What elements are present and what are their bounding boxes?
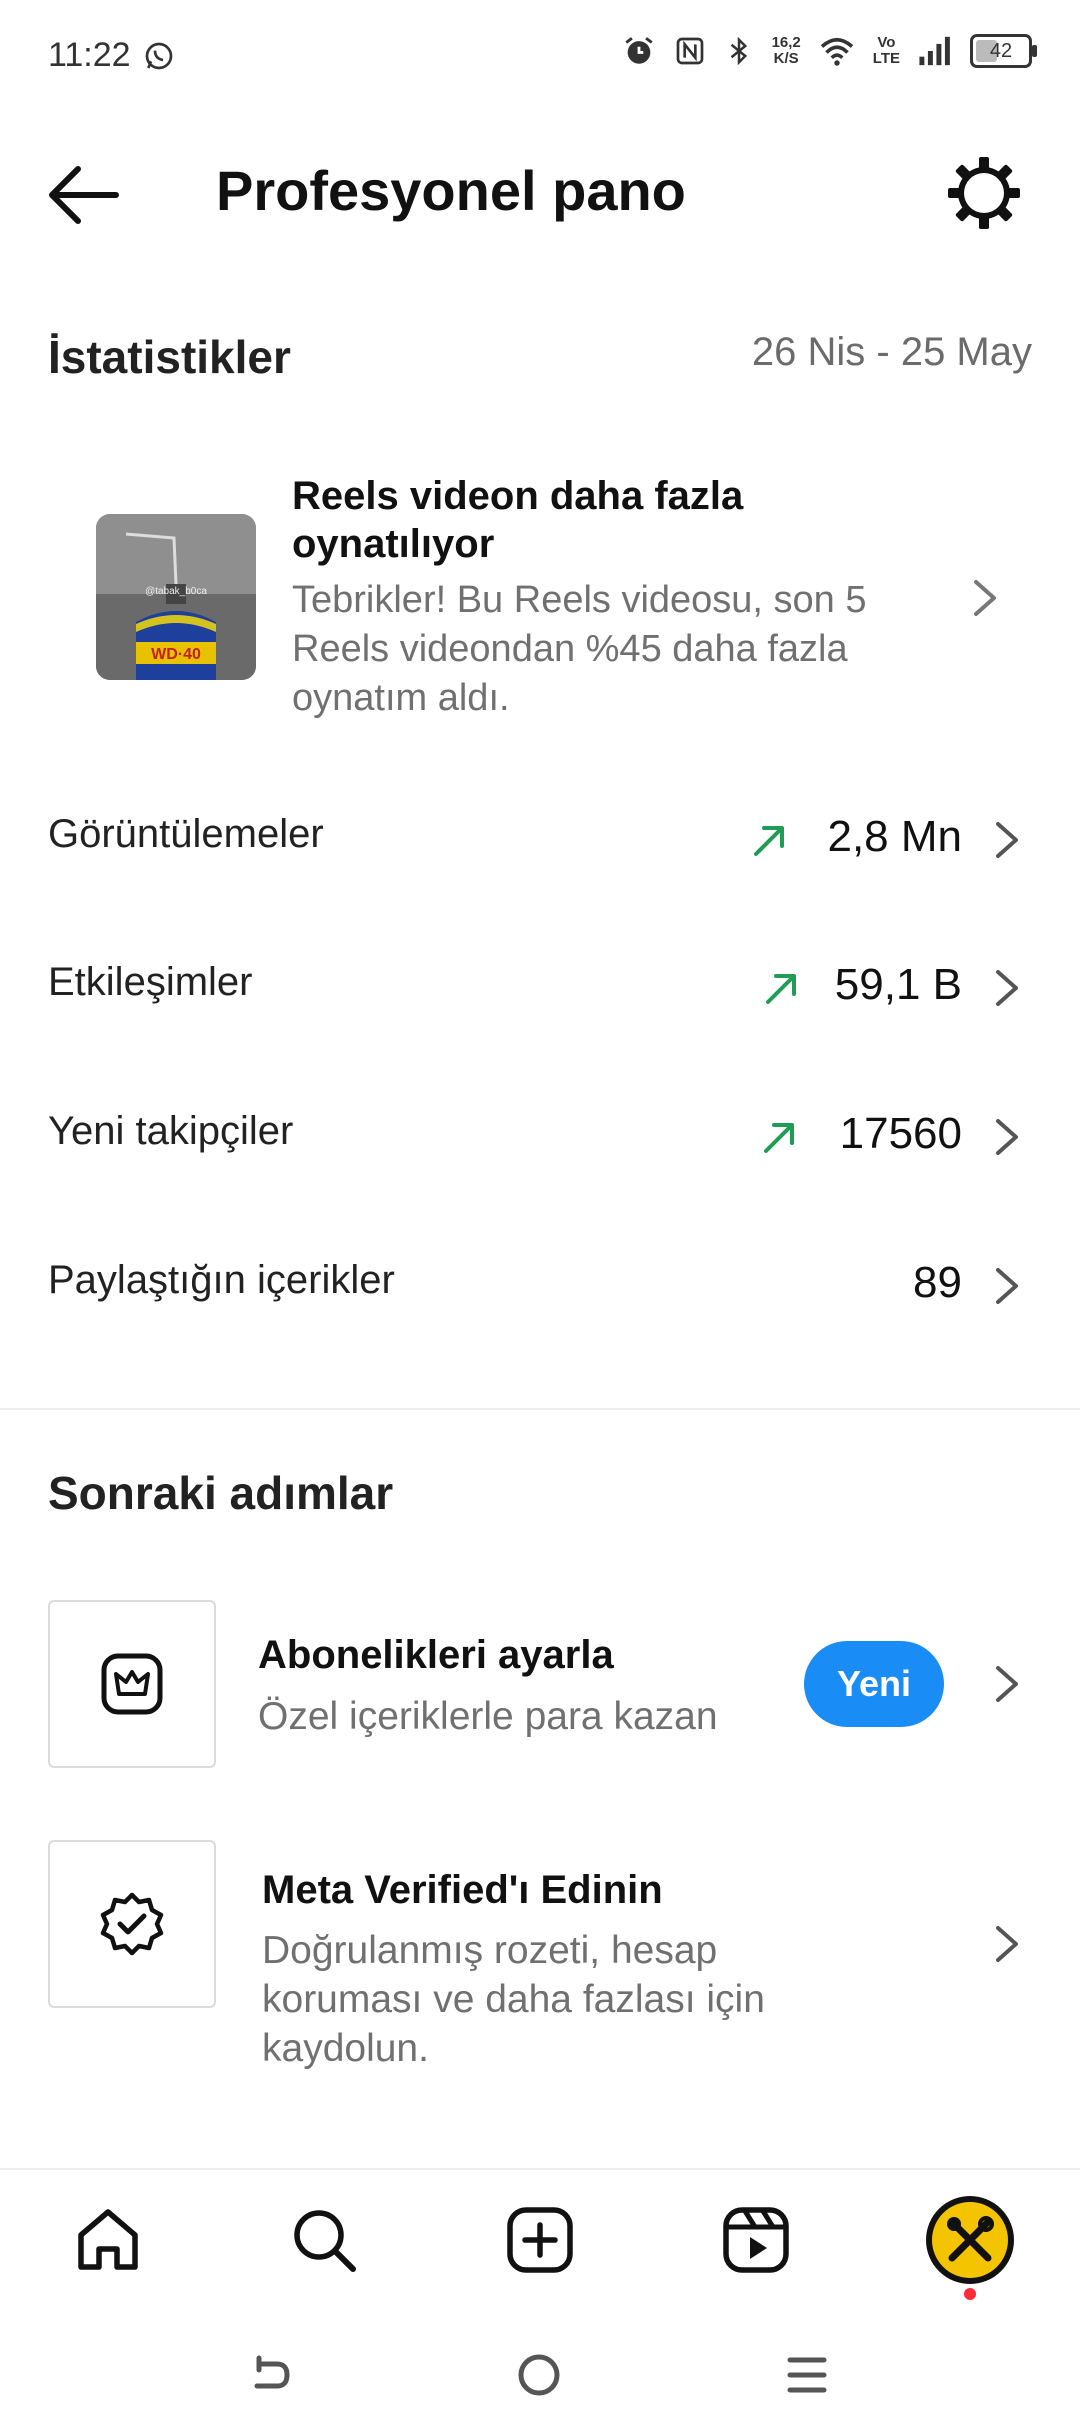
wifi-icon xyxy=(820,37,853,66)
bottom-nav-divider xyxy=(0,2168,1080,2170)
profile-avatar xyxy=(926,2196,1014,2284)
reels-card-body: Tebrikler! Bu Reels videosu, son 5 Reels… xyxy=(292,579,867,719)
stat-value: 89 xyxy=(913,1258,962,1307)
volte-top: Vo xyxy=(877,34,896,51)
section-divider xyxy=(0,1408,1080,1410)
arrow-left-icon xyxy=(49,166,119,224)
chevron-right-icon xyxy=(974,580,996,616)
network-speed-unit: K/S xyxy=(773,50,799,67)
system-back-icon xyxy=(254,2355,290,2389)
tools-icon xyxy=(947,2216,994,2262)
nav-reels[interactable] xyxy=(716,2200,796,2280)
back-button[interactable] xyxy=(44,160,124,230)
meta-verified-desc: Doğrulanmış rozeti, hesap koruması ve da… xyxy=(262,1929,765,2070)
create-icon xyxy=(507,2207,573,2273)
menu-icon xyxy=(787,2357,827,2393)
nav-profile[interactable] xyxy=(926,2196,1014,2284)
spray-can-image: WD·40 @tabak_b0ca xyxy=(96,514,256,680)
subscriptions-title: Abonelikleri ayarla xyxy=(258,1633,614,1677)
volte-bottom: LTE xyxy=(872,50,900,67)
stat-row-new-followers[interactable]: Yeni takipçiler 17560 xyxy=(0,1075,1080,1195)
nfc-icon xyxy=(676,37,703,65)
stat-value: 59,1 B xyxy=(834,960,962,1009)
crown-badge-icon xyxy=(101,1653,163,1715)
gear-icon xyxy=(948,157,1020,229)
network-speed-value: 16,2 xyxy=(771,34,801,51)
verified-badge-icon xyxy=(100,1892,164,1956)
clock-text: 11:22 xyxy=(48,36,131,74)
signal-icon xyxy=(919,36,950,66)
date-range[interactable]: 26 Nis - 25 May xyxy=(752,330,1032,375)
system-home-button[interactable] xyxy=(504,2340,574,2410)
subscriptions-icon-box xyxy=(48,1600,216,1768)
battery-icon: 42 xyxy=(970,34,1037,68)
system-home-icon xyxy=(518,2354,560,2396)
chevron-right-icon xyxy=(996,1119,1018,1155)
new-badge[interactable]: Yeni xyxy=(804,1641,944,1727)
nav-home[interactable] xyxy=(68,2200,148,2280)
reels-icon xyxy=(723,2207,789,2273)
avatar-image xyxy=(932,2202,1008,2278)
stat-row-views[interactable]: Görüntülemeler 2,8 Mn xyxy=(0,778,1080,898)
stat-row-shared-content[interactable]: Paylaştığın içerikler 89 xyxy=(0,1224,1080,1344)
status-time: 11:22 xyxy=(48,36,175,75)
nav-search[interactable] xyxy=(284,2200,364,2280)
reels-insight-card[interactable]: WD·40 @tabak_b0ca Reels videon daha fazl… xyxy=(0,460,1080,730)
stat-label: Paylaştığın içerikler xyxy=(48,1258,395,1302)
trend-up-icon xyxy=(764,1123,794,1153)
whatsapp-icon xyxy=(145,42,172,69)
volte-indicator: Vo LTE xyxy=(873,35,900,67)
stat-label: Görüntülemeler xyxy=(48,812,324,856)
trend-up-icon xyxy=(754,826,784,856)
stat-label: Yeni takipçiler xyxy=(48,1109,294,1153)
search-icon xyxy=(294,2210,356,2272)
system-back-button[interactable] xyxy=(235,2340,305,2410)
reels-card-title: Reels videon daha fazla oynatılıyor xyxy=(292,474,744,566)
stat-row-interactions[interactable]: Etkileşimler 59,1 B xyxy=(0,926,1080,1046)
bluetooth-icon xyxy=(730,36,747,66)
insights-heading: İstatistikler xyxy=(48,331,291,383)
network-speed: 16,2 K/S xyxy=(772,35,801,67)
trend-up-icon xyxy=(766,974,796,1004)
status-icons: 16,2 K/S Vo LTE 42 xyxy=(622,34,1037,68)
svg-text:WD·40: WD·40 xyxy=(151,646,201,663)
battery-text: 42 xyxy=(989,39,1013,62)
meta-verified-icon-box xyxy=(48,1840,216,2008)
page-title: Profesyonel pano xyxy=(216,159,686,222)
meta-verified-title: Meta Verified'ı Edinin xyxy=(262,1868,663,1912)
alarm-icon xyxy=(624,37,653,64)
chevron-right-icon xyxy=(996,822,1018,858)
thumb-caption: @tabak_b0ca xyxy=(145,586,207,597)
stat-value: 2,8 Mn xyxy=(827,812,962,861)
subscriptions-desc: Özel içeriklerle para kazan xyxy=(258,1695,718,1738)
reels-thumbnail: WD·40 @tabak_b0ca xyxy=(96,514,256,680)
chevron-right-icon xyxy=(996,970,1018,1006)
chevron-right-icon xyxy=(996,1926,1018,1962)
notification-dot xyxy=(964,2288,976,2300)
system-recents-button[interactable] xyxy=(772,2340,842,2410)
stat-value: 17560 xyxy=(839,1109,962,1158)
home-icon xyxy=(78,2209,138,2270)
nav-create[interactable] xyxy=(500,2200,580,2280)
chevron-right-icon xyxy=(996,1666,1018,1702)
stat-label: Etkileşimler xyxy=(48,960,253,1004)
chevron-right-icon xyxy=(996,1268,1018,1304)
next-steps-heading: Sonraki adımlar xyxy=(48,1467,394,1519)
settings-button[interactable] xyxy=(946,155,1022,231)
meta-verified-card[interactable]: Meta Verified'ı Edinin Doğrulanmış rozet… xyxy=(0,1838,1080,2070)
